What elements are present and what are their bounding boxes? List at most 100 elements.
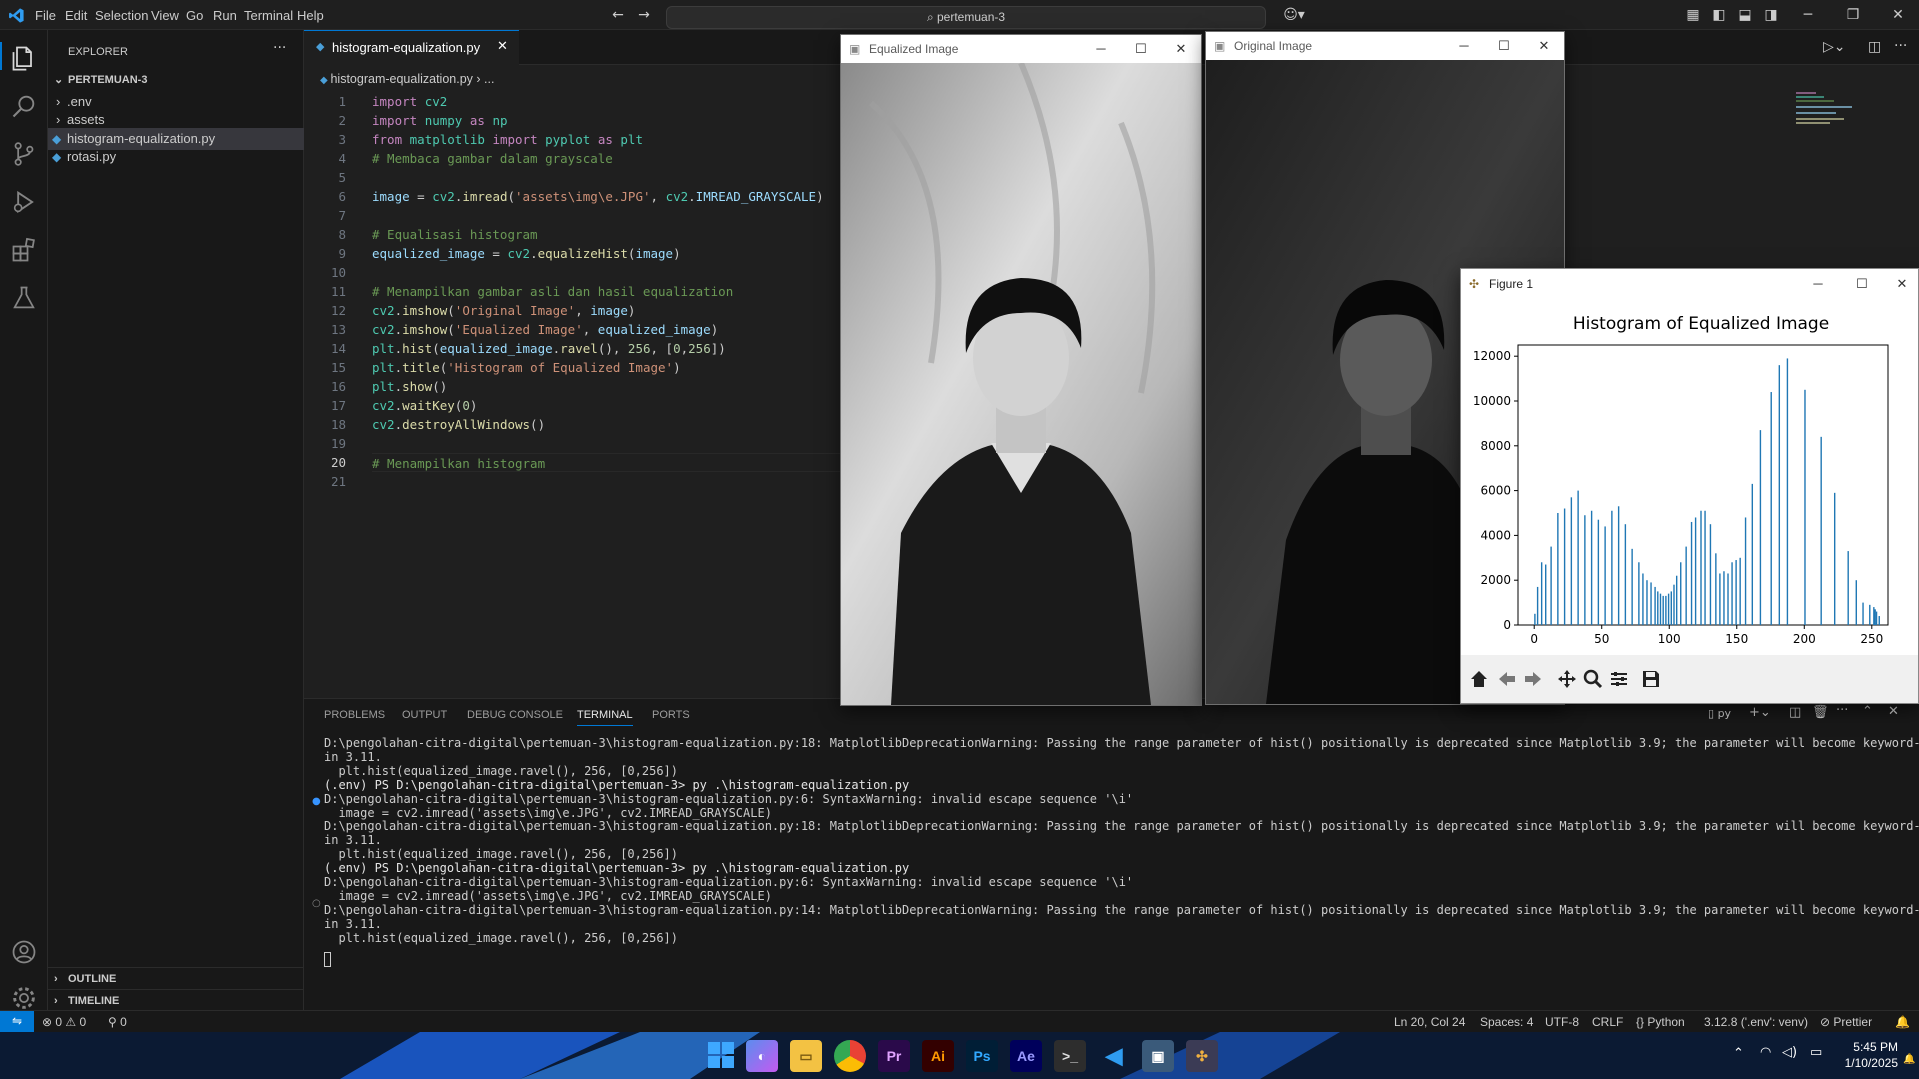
breadcrumb[interactable]: ◆ histogram-equalization.py › ... — [320, 72, 494, 86]
forward-icon[interactable] — [1523, 669, 1543, 689]
forward-arrow-icon[interactable]: → — [636, 7, 652, 23]
command-center-search[interactable]: ⌕ pertemuan-3 — [666, 6, 1266, 29]
save-icon[interactable] — [1641, 669, 1661, 689]
manage-gear-icon[interactable] — [10, 984, 38, 1012]
pan-icon[interactable] — [1557, 669, 1577, 689]
search-sidebar-icon[interactable] — [10, 92, 38, 120]
back-icon[interactable] — [1497, 669, 1517, 689]
taskbar-date[interactable]: 1/10/2025 — [1838, 1056, 1898, 1070]
indentation[interactable]: Spaces: 4 — [1480, 1015, 1533, 1029]
copilot-app-icon[interactable]: ◐ — [746, 1040, 778, 1072]
minimize-icon[interactable]: ─ — [1444, 32, 1484, 60]
tab-ports[interactable]: PORTS — [652, 709, 690, 721]
run-python-icon[interactable]: ▷⌄ — [1823, 39, 1846, 55]
window-titlebar[interactable]: ▣ Original Image ─ ☐ ✕ — [1206, 32, 1564, 60]
extensions-icon[interactable] — [10, 236, 38, 264]
close-icon[interactable]: ✕ — [1161, 35, 1201, 63]
encoding[interactable]: UTF-8 — [1545, 1015, 1579, 1029]
configure-icon[interactable] — [1609, 669, 1629, 689]
menu-go[interactable]: Go — [186, 8, 203, 23]
maximize-icon[interactable]: ☐ — [1484, 32, 1524, 60]
tab-problems[interactable]: PROBLEMS — [324, 709, 385, 721]
new-terminal-icon[interactable]: +⌄ — [1749, 705, 1771, 720]
toggle-sidebar-icon[interactable]: ◧ — [1711, 7, 1727, 23]
folder-header[interactable]: ⌄ PERTEMUAN-3 — [48, 69, 304, 91]
source-control-icon[interactable] — [10, 140, 38, 168]
figure-window[interactable]: ✣ Figure 1 ─ ☐ ✕ Histogram of Equalized … — [1460, 268, 1919, 704]
photoshop-icon[interactable]: Ps — [966, 1040, 998, 1072]
minimize-icon[interactable]: ─ — [1798, 269, 1838, 299]
close-icon[interactable]: ✕ — [1524, 32, 1564, 60]
accounts-icon[interactable] — [10, 938, 38, 966]
testing-icon[interactable] — [10, 284, 38, 312]
tab-output[interactable]: OUTPUT — [402, 709, 447, 721]
volume-icon[interactable]: ◁) — [1782, 1045, 1797, 1060]
maximize-icon[interactable]: ☐ — [1842, 269, 1882, 299]
back-arrow-icon[interactable]: ← — [610, 7, 626, 23]
code-content[interactable]: import cv2 import numpy as np from matpl… — [372, 92, 852, 492]
menu-view[interactable]: View — [151, 8, 179, 23]
close-panel-icon[interactable]: ✕ — [1888, 704, 1899, 719]
matplotlib-app-icon[interactable]: ✣ — [1186, 1040, 1218, 1072]
copilot-icon[interactable]: ☺▾ — [1282, 7, 1306, 23]
menu-selection[interactable]: Selection — [95, 8, 148, 23]
editor-more-icon[interactable]: ··· — [1894, 38, 1907, 54]
home-icon[interactable] — [1469, 669, 1489, 689]
taskbar-time[interactable]: 5:45 PM — [1848, 1040, 1898, 1054]
terminal-app-icon[interactable]: >_ — [1054, 1040, 1086, 1072]
terminal-output[interactable]: D:\pengolahan-citra-digital\pertemuan-3\… — [304, 735, 1919, 1011]
menu-file[interactable]: File — [35, 8, 56, 23]
menu-edit[interactable]: Edit — [65, 8, 87, 23]
close-tab-icon[interactable]: ✕ — [497, 39, 508, 54]
close-icon[interactable]: ✕ — [1882, 269, 1919, 299]
terminal-profile[interactable]: ▯ py — [1708, 707, 1731, 720]
line-ending[interactable]: CRLF — [1592, 1015, 1623, 1029]
maximize-panel-icon[interactable]: ⌃ — [1862, 704, 1873, 719]
chrome-icon[interactable] — [834, 1040, 866, 1072]
notification-bell-icon[interactable]: 🔔 — [1903, 1054, 1915, 1065]
windows-start-icon[interactable] — [706, 1040, 736, 1070]
restore-icon[interactable]: ❐ — [1845, 7, 1861, 23]
minimize-icon[interactable]: ─ — [1800, 7, 1816, 23]
editor-tab-active[interactable]: ◆ histogram-equalization.py ✕ — [304, 30, 519, 65]
maximize-icon[interactable]: ☐ — [1121, 35, 1161, 63]
tree-item-rotasi[interactable]: ◆ rotasi.py — [48, 146, 304, 168]
minimap[interactable] — [1796, 92, 1856, 132]
split-terminal-icon[interactable]: ◫ — [1789, 705, 1801, 720]
split-editor-icon[interactable]: ◫ — [1868, 39, 1881, 55]
tray-chevron-icon[interactable]: ⌃ — [1733, 1046, 1744, 1061]
tab-terminal[interactable]: TERMINAL — [577, 709, 633, 726]
explorer-icon[interactable] — [10, 44, 38, 72]
file-explorer-icon[interactable]: ▭ — [790, 1040, 822, 1072]
language-mode[interactable]: {} Python — [1636, 1015, 1685, 1029]
python-interpreter[interactable]: 3.12.8 ('.env': venv) — [1704, 1015, 1808, 1029]
premiere-icon[interactable]: Pr — [878, 1040, 910, 1072]
close-window-icon[interactable]: ✕ — [1890, 7, 1906, 23]
cursor-position[interactable]: Ln 20, Col 24 — [1394, 1015, 1465, 1029]
prettier-status[interactable]: ⊘ Prettier — [1820, 1015, 1872, 1029]
toggle-secondary-sidebar-icon[interactable]: ◨ — [1763, 7, 1779, 23]
problems-status[interactable]: ⊗ 0 ⚠ 0 — [42, 1015, 86, 1029]
customize-layout-icon[interactable]: ▦ — [1685, 7, 1701, 23]
window-titlebar[interactable]: ▣ Equalized Image ─ ☐ ✕ — [841, 35, 1201, 63]
vscode-app-icon[interactable]: ◀ — [1098, 1040, 1130, 1072]
wifi-icon[interactable]: ◠ — [1760, 1045, 1771, 1060]
window-titlebar[interactable]: ✣ Figure 1 ─ ☐ ✕ — [1461, 269, 1918, 299]
equalized-image-window[interactable]: ▣ Equalized Image ─ ☐ ✕ — [840, 34, 1202, 706]
histogram-chart[interactable]: Histogram of Equalized Image 0 50 100 150 20… — [1461, 299, 1918, 654]
ports-status[interactable]: ⚲ 0 — [108, 1015, 127, 1029]
battery-icon[interactable]: ▭ — [1810, 1045, 1822, 1060]
panel-more-icon[interactable]: ··· — [1836, 703, 1848, 718]
notifications-icon[interactable]: 🔔 — [1895, 1015, 1910, 1029]
remote-indicator-icon[interactable]: ⇋ — [0, 1011, 34, 1033]
menu-run[interactable]: Run — [213, 8, 237, 23]
after-effects-icon[interactable]: Ae — [1010, 1040, 1042, 1072]
outline-section[interactable]: › OUTLINE — [48, 967, 304, 989]
zoom-icon[interactable] — [1583, 669, 1603, 689]
minimize-icon[interactable]: ─ — [1081, 35, 1121, 63]
menu-terminal[interactable]: Terminal — [244, 8, 293, 23]
timeline-section[interactable]: › TIMELINE — [48, 989, 304, 1011]
illustrator-icon[interactable]: Ai — [922, 1040, 954, 1072]
menu-help[interactable]: Help — [297, 8, 324, 23]
tab-debug-console[interactable]: DEBUG CONSOLE — [467, 709, 563, 721]
